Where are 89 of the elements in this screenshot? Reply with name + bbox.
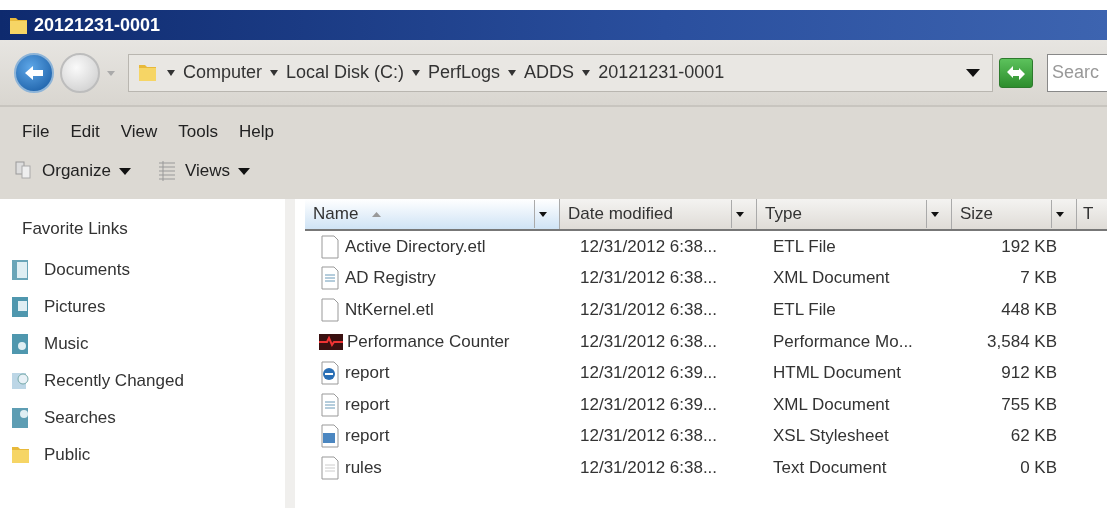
file-name[interactable]: Performance Counter bbox=[347, 331, 510, 352]
caret-icon bbox=[582, 69, 591, 76]
caret-icon bbox=[736, 211, 744, 217]
breadcrumb-item[interactable]: PerfLogs bbox=[428, 62, 501, 83]
file-name[interactable]: Active Directory.etl bbox=[345, 236, 486, 257]
documents-icon bbox=[10, 257, 30, 282]
size-cell-text: 62 KB bbox=[1009, 426, 1058, 447]
window-title: 20121231-0001 bbox=[34, 14, 161, 36]
menu-item[interactable]: File bbox=[14, 122, 63, 142]
caret-icon bbox=[270, 69, 279, 76]
size-cell-text: 192 KB bbox=[1000, 236, 1058, 257]
size-cell-text: 912 KB bbox=[1000, 363, 1058, 384]
toolbar-button[interactable]: Views bbox=[157, 160, 251, 182]
type-cell-text: XML Document bbox=[772, 268, 891, 289]
caret-icon bbox=[966, 68, 980, 77]
document-icon bbox=[319, 298, 341, 322]
file-name[interactable]: NtKernel.etl bbox=[345, 300, 434, 320]
caret-icon bbox=[508, 69, 517, 76]
date-cell-text: 12/31/2012 6:38... bbox=[579, 426, 719, 447]
type-cell-text: XSL Stylesheet bbox=[772, 426, 890, 447]
sidebar-item[interactable]: Music bbox=[10, 325, 89, 362]
sidebar-item[interactable]: Searches bbox=[10, 399, 116, 436]
file-name[interactable]: report bbox=[345, 426, 390, 447]
search-field[interactable]: Searc bbox=[1047, 53, 1107, 92]
sidebar-item[interactable]: Recently Changed bbox=[10, 362, 184, 399]
sort-arrow-icon bbox=[372, 211, 382, 217]
file-name[interactable]: report bbox=[345, 394, 390, 415]
caret-icon bbox=[167, 69, 175, 76]
organize-icon bbox=[14, 160, 34, 182]
file-name[interactable]: rules bbox=[345, 457, 382, 478]
type-cell-text: HTML Document bbox=[772, 363, 902, 384]
caret-icon bbox=[106, 68, 116, 77]
refresh-button[interactable] bbox=[999, 57, 1033, 88]
stylesheet-file-icon bbox=[319, 424, 341, 449]
text-file-icon bbox=[319, 455, 341, 480]
breadcrumb-item[interactable]: 20121231-0001 bbox=[598, 62, 725, 83]
date-cell-text: 12/31/2012 6:38... bbox=[579, 300, 719, 320]
caret-icon bbox=[1056, 211, 1064, 217]
breadcrumb-item[interactable]: ADDS bbox=[524, 62, 575, 83]
refresh-icon bbox=[1006, 64, 1026, 81]
date-cell-text: 12/31/2012 6:38... bbox=[579, 457, 719, 478]
type-cell-text: XML Document bbox=[772, 394, 891, 415]
breadcrumb-item[interactable]: Local Disk (C:) bbox=[286, 62, 405, 83]
menu-item[interactable]: Tools bbox=[170, 122, 231, 142]
menu-item[interactable]: Help bbox=[230, 122, 287, 142]
caret-icon bbox=[238, 167, 251, 175]
file-name[interactable]: AD Registry bbox=[345, 268, 436, 289]
column-header[interactable]: Name bbox=[305, 199, 560, 229]
document-icon bbox=[319, 234, 341, 259]
date-cell-text: 12/31/2012 6:38... bbox=[579, 331, 719, 352]
size-cell-text: 7 KB bbox=[1019, 268, 1058, 289]
type-cell-text: Performance Mo... bbox=[772, 331, 914, 352]
column-header[interactable]: Type bbox=[757, 199, 952, 229]
file-name[interactable]: report bbox=[345, 363, 390, 384]
back-button[interactable] bbox=[14, 52, 54, 93]
menu-item[interactable]: View bbox=[112, 122, 171, 142]
arrow-icon bbox=[23, 63, 45, 82]
breadcrumb-item[interactable]: Computer bbox=[183, 62, 263, 83]
type-cell-text: ETL File bbox=[772, 300, 837, 320]
views-icon bbox=[157, 160, 177, 182]
type-cell-text: Text Document bbox=[772, 457, 888, 478]
type-cell-text: ETL File bbox=[772, 236, 837, 257]
pictures-icon bbox=[10, 294, 30, 319]
size-cell-text: 0 KB bbox=[1019, 457, 1058, 478]
column-header[interactable]: Date modified bbox=[560, 199, 757, 229]
column-header[interactable]: T bbox=[1077, 199, 1107, 229]
date-cell-text: 12/31/2012 6:38... bbox=[579, 236, 719, 257]
caret-icon bbox=[931, 211, 939, 217]
caret-icon bbox=[412, 69, 421, 76]
sidebar-item[interactable]: Pictures bbox=[10, 288, 106, 325]
size-cell-text: 3,584 KB bbox=[986, 331, 1058, 352]
date-cell-text: 12/31/2012 6:39... bbox=[579, 394, 719, 415]
xml-file-icon bbox=[319, 266, 341, 291]
sidebar-heading: Favorite Links bbox=[22, 219, 129, 239]
caret-icon bbox=[119, 167, 131, 175]
sidebar-item[interactable]: Documents bbox=[10, 251, 130, 288]
xml-file-icon bbox=[319, 392, 341, 417]
address-bar[interactable]: Computer Local Disk (C:) PerfLogs ADDS 20121231-0001 bbox=[128, 53, 993, 92]
web-page-icon bbox=[319, 361, 341, 386]
column-header[interactable]: Size bbox=[952, 199, 1077, 229]
chart-file-icon bbox=[319, 331, 343, 352]
date-cell-text: 12/31/2012 6:39... bbox=[579, 363, 719, 384]
size-cell-text: 755 KB bbox=[1000, 394, 1058, 415]
menu-item[interactable]: Edit bbox=[62, 122, 113, 142]
toolbar-button[interactable]: Organize bbox=[14, 160, 131, 182]
date-cell-text: 12/31/2012 6:38... bbox=[579, 268, 719, 289]
sidebar-item[interactable]: Public bbox=[10, 436, 91, 473]
size-cell-text: 448 KB bbox=[1000, 300, 1058, 320]
caret-icon bbox=[539, 211, 547, 217]
